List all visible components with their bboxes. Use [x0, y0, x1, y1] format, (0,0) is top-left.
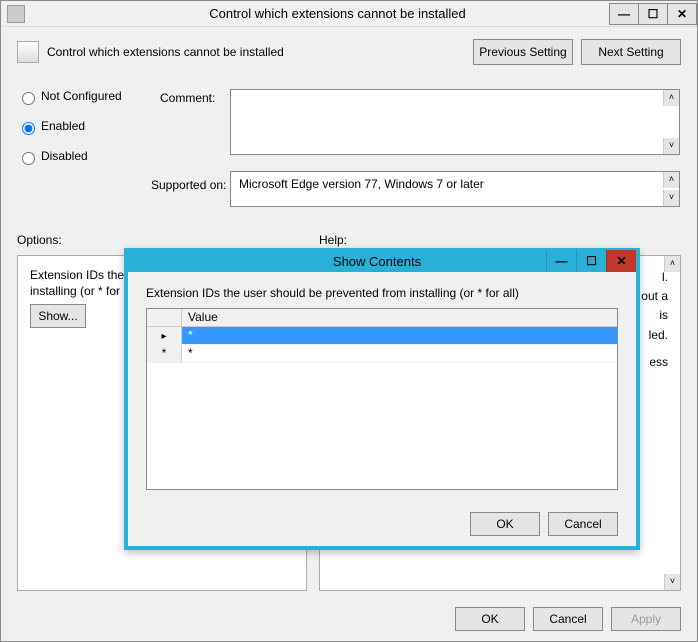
options-label: Options: — [17, 233, 62, 247]
scroll-up-icon[interactable]: ˄ — [663, 172, 679, 188]
show-contents-dialog: Show Contents — ☐ ✕ Extension IDs the us… — [124, 248, 640, 550]
minimize-button[interactable]: — — [609, 3, 639, 25]
radio-enabled-label: Enabled — [41, 119, 85, 133]
modal-maximize-button[interactable]: ☐ — [576, 250, 606, 272]
app-icon — [7, 5, 25, 23]
radio-disabled-label: Disabled — [41, 149, 88, 163]
apply-button: Apply — [611, 607, 681, 631]
main-dialog-buttons: OK Cancel Apply — [455, 607, 681, 631]
grid-corner — [147, 309, 182, 326]
modal-ok-button[interactable]: OK — [470, 512, 540, 536]
scroll-up-icon[interactable]: ˄ — [664, 256, 680, 272]
grid-cell[interactable]: * — [182, 327, 617, 344]
show-button[interactable]: Show... — [30, 304, 86, 328]
modal-cancel-button[interactable]: Cancel — [548, 512, 618, 536]
modal-description: Extension IDs the user should be prevent… — [146, 286, 618, 300]
grid-header: Value — [147, 309, 617, 327]
supported-on-box: Microsoft Edge version 77, Windows 7 or … — [230, 171, 680, 207]
supported-on-text: Microsoft Edge version 77, Windows 7 or … — [239, 177, 484, 191]
modal-close-button[interactable]: ✕ — [606, 250, 636, 272]
radio-not-configured-label: Not Configured — [41, 89, 122, 103]
modal-minimize-button[interactable]: — — [546, 250, 576, 272]
maximize-button[interactable]: ☐ — [638, 3, 668, 25]
row-indicator-icon — [147, 327, 182, 344]
modal-dialog-buttons: OK Cancel — [470, 512, 618, 536]
scroll-down-icon[interactable]: ˅ — [663, 190, 679, 206]
modal-titlebar: Show Contents — ☐ ✕ — [128, 250, 636, 272]
scroll-down-icon[interactable]: ˅ — [664, 574, 680, 590]
supported-on-label: Supported on: — [151, 178, 226, 192]
header-row: Control which extensions cannot be insta… — [1, 27, 697, 75]
row-indicator-icon: * — [147, 345, 182, 362]
close-button[interactable]: ✕ — [667, 3, 697, 25]
grid-column-header: Value — [182, 309, 617, 326]
modal-title: Show Contents — [128, 254, 546, 269]
scroll-up-icon[interactable]: ˄ — [663, 90, 679, 106]
next-setting-button[interactable]: Next Setting — [581, 39, 681, 65]
comment-label: Comment: — [160, 91, 215, 105]
comment-textarea[interactable]: ˄ ˅ — [230, 89, 680, 155]
help-label: Help: — [319, 233, 347, 247]
window-title: Control which extensions cannot be insta… — [25, 6, 610, 21]
previous-setting-button[interactable]: Previous Setting — [473, 39, 573, 65]
radio-enabled[interactable]: Enabled — [17, 119, 122, 135]
header-text: Control which extensions cannot be insta… — [47, 45, 465, 59]
grid-row[interactable]: * * — [147, 345, 617, 363]
state-radio-group: Not Configured Enabled Disabled — [17, 89, 122, 179]
grid-row[interactable]: * — [147, 327, 617, 345]
radio-not-configured[interactable]: Not Configured — [17, 89, 122, 105]
radio-disabled[interactable]: Disabled — [17, 149, 122, 165]
values-grid[interactable]: Value * * * — [146, 308, 618, 490]
ok-button[interactable]: OK — [455, 607, 525, 631]
main-titlebar: Control which extensions cannot be insta… — [1, 1, 697, 27]
grid-cell[interactable]: * — [182, 345, 617, 362]
scroll-down-icon[interactable]: ˅ — [663, 138, 679, 154]
cancel-button[interactable]: Cancel — [533, 607, 603, 631]
policy-icon — [17, 41, 39, 63]
